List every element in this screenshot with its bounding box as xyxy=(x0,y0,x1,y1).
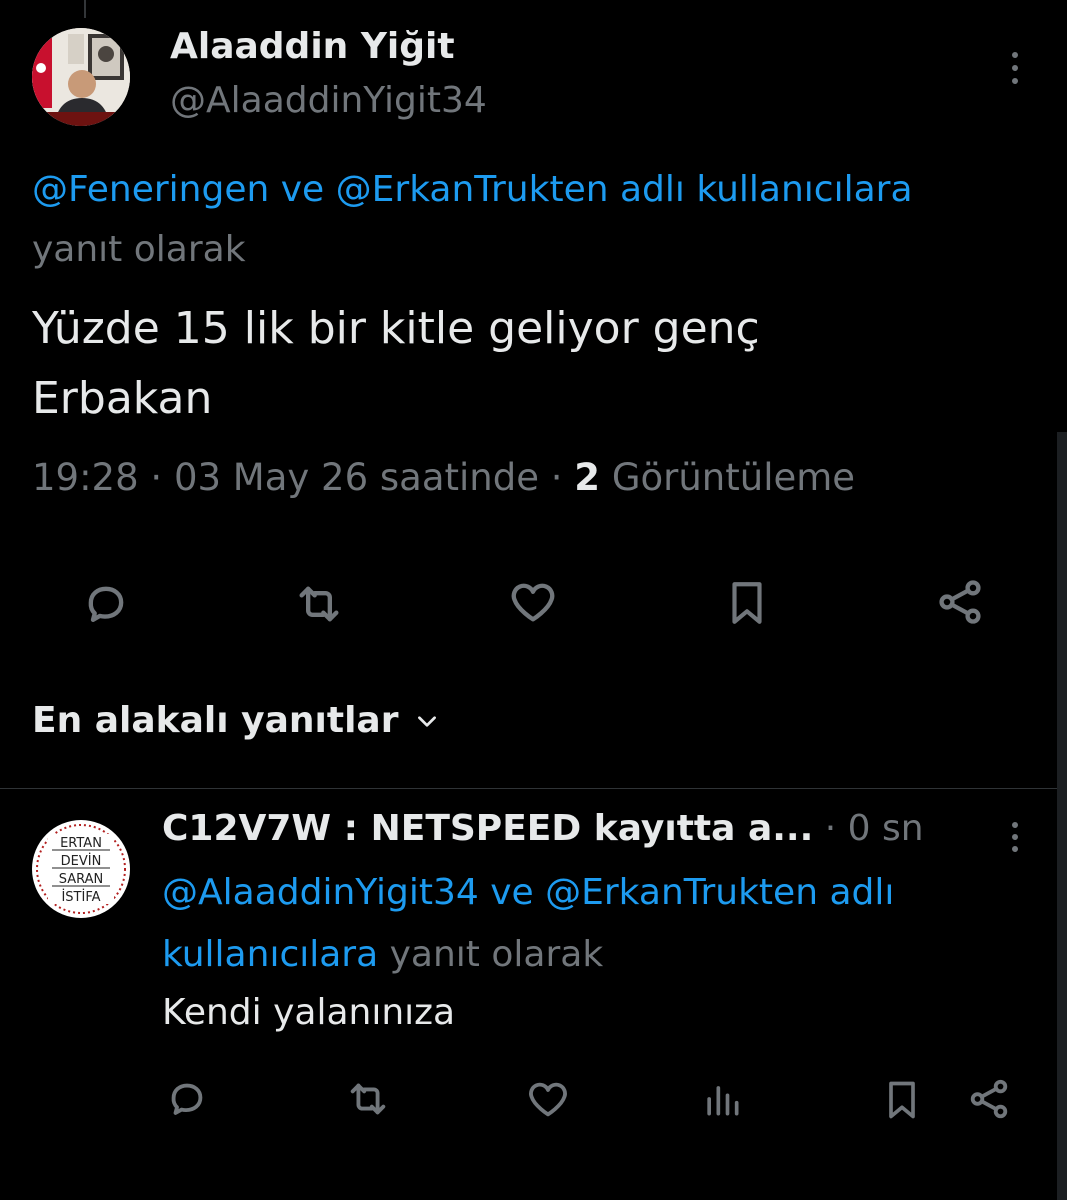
author-name[interactable]: Alaaddin Yiğit xyxy=(170,26,455,67)
tweet-meta: 19:28 · 03 May 26 saatinde · 2 Görüntüle… xyxy=(32,456,855,499)
reply-replying-to: @AlaaddinYigit34 ve @ErkanTrukten adlı k… xyxy=(162,862,1042,986)
reply-time[interactable]: 0 sn xyxy=(848,808,924,849)
more-options-icon[interactable] xyxy=(1000,48,1030,88)
bookmark-icon[interactable] xyxy=(722,576,772,630)
views-label: Görüntüleme xyxy=(611,456,856,499)
share-icon[interactable] xyxy=(966,1076,1012,1122)
tweet-text-line: Yüzde 15 lik bir kitle geliyor genç xyxy=(32,303,760,354)
tweet-time[interactable]: 19:28 xyxy=(32,456,139,499)
reply-avatar-graphic: ERTAN DEVİN SARAN İSTİFA xyxy=(33,821,129,917)
reply-icon[interactable] xyxy=(80,578,132,630)
retweet-icon[interactable] xyxy=(292,578,346,630)
tweet-text-line: Erbakan xyxy=(32,373,213,424)
reply-author-avatar[interactable]: ERTAN DEVİN SARAN İSTİFA xyxy=(32,820,130,918)
reply-more-options-icon[interactable] xyxy=(1002,818,1028,856)
reply-icon[interactable] xyxy=(164,1076,210,1122)
views-count: 2 xyxy=(574,456,601,499)
tweet-date[interactable]: 03 May 26 saatinde xyxy=(174,456,539,499)
avatar-photo xyxy=(32,28,130,126)
share-icon[interactable] xyxy=(934,576,986,628)
avatar-text: ERTAN xyxy=(60,836,102,851)
chevron-down-icon[interactable] xyxy=(414,708,440,734)
mention-target[interactable]: kullanıcılara xyxy=(162,934,378,975)
tweet-text: Yüzde 15 lik bir kitle geliyor genç Erba… xyxy=(32,294,1032,434)
meta-separator: · xyxy=(150,456,163,499)
replying-to: @Feneringen ve @ErkanTrukten adlı kullan… xyxy=(32,160,1042,280)
mention-connector[interactable]: ve xyxy=(490,872,533,913)
bookmark-icon[interactable] xyxy=(880,1076,924,1124)
mention-link[interactable]: @ErkanTrukten xyxy=(336,169,609,210)
mention-link[interactable]: @AlaaddinYigit34 xyxy=(162,872,479,913)
thread-connector-line xyxy=(84,0,86,18)
scrollbar[interactable] xyxy=(1057,432,1067,1200)
replying-to-suffix: yanıt olarak xyxy=(389,934,604,975)
reply-separator: · xyxy=(824,808,837,849)
section-divider xyxy=(0,788,1057,789)
avatar-text: İSTİFA xyxy=(61,889,100,905)
replies-sort-label[interactable]: En alakalı yanıtlar xyxy=(32,700,398,741)
author-handle[interactable]: @AlaaddinYigit34 xyxy=(170,80,487,121)
avatar-text: SARAN xyxy=(59,872,104,887)
meta-separator: · xyxy=(550,456,563,499)
mention-target[interactable]: adlı xyxy=(829,872,894,913)
like-icon[interactable] xyxy=(506,576,560,628)
mention-link[interactable]: @Feneringen xyxy=(32,169,269,210)
views-icon[interactable] xyxy=(700,1076,744,1122)
reply-header: C12V7W : NETSPEED kayıtta a... · 0 sn xyxy=(162,808,924,849)
reply-text: Kendi yalanınıza xyxy=(162,992,456,1033)
reply-author-name[interactable]: C12V7W : NETSPEED kayıtta a... xyxy=(162,808,813,849)
replying-to-suffix: yanıt olarak xyxy=(32,229,246,270)
mention-link[interactable]: @ErkanTrukten xyxy=(545,872,818,913)
like-icon[interactable] xyxy=(524,1076,572,1122)
replies-sort-selector[interactable]: En alakalı yanıtlar xyxy=(32,700,440,741)
mention-connector[interactable]: ve xyxy=(281,169,324,210)
mention-target[interactable]: adlı kullanıcılara xyxy=(620,169,913,210)
tweet-detail-page: Alaaddin Yiğit @AlaaddinYigit34 @Fenerin… xyxy=(0,0,1067,1200)
retweet-icon[interactable] xyxy=(344,1076,392,1122)
author-avatar[interactable] xyxy=(32,28,130,126)
avatar-text: DEVİN xyxy=(61,853,102,869)
